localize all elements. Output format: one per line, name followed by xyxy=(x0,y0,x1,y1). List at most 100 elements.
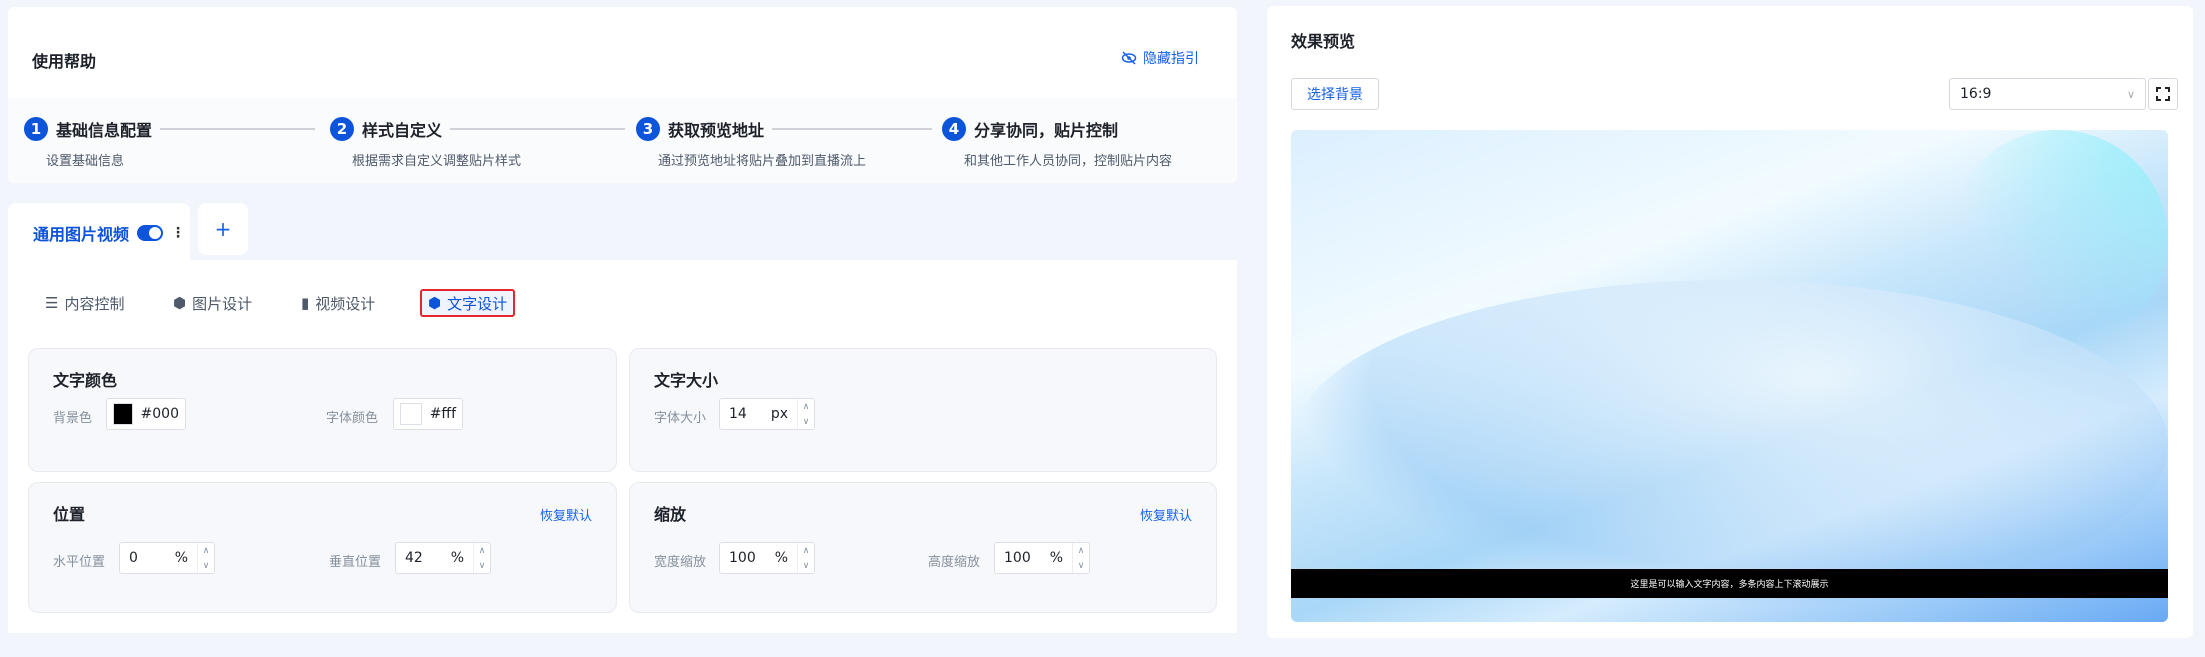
horizontal-label: 水平位置 xyxy=(53,555,106,570)
input-value: 42 xyxy=(405,550,423,566)
chevron-down-icon[interactable]: ∨ xyxy=(479,561,486,571)
add-tab-button[interactable]: + xyxy=(198,203,248,255)
input-unit: % xyxy=(174,550,188,566)
stepper[interactable]: ∧ ∨ xyxy=(797,399,814,429)
text-size-card: 文字大小 字体大小 14 px ∧ ∨ xyxy=(629,348,1217,472)
chevron-up-icon[interactable]: ∧ xyxy=(803,402,810,412)
color-value: #fff xyxy=(429,406,456,422)
color-value: #000 xyxy=(140,406,179,422)
more-icon[interactable]: ⋮ xyxy=(171,225,185,241)
subtab-image-design[interactable]: ⬢ 图片设计 xyxy=(173,289,252,317)
step-name: 基础信息配置 xyxy=(56,121,153,140)
step-connector xyxy=(772,128,933,130)
caption-bar: 这里是可以输入文字内容，多条内容上下滚动展示 xyxy=(1291,569,2168,598)
step-number: 4 xyxy=(942,117,966,141)
height-scale-input[interactable]: 100% ∧ ∨ xyxy=(994,542,1090,574)
step-desc: 根据需求自定义调整贴片样式 xyxy=(352,154,522,169)
chevron-down-icon: ∨ xyxy=(2126,87,2135,101)
chevron-up-icon[interactable]: ∧ xyxy=(803,546,810,556)
subtab-label: 视频设计 xyxy=(315,294,376,313)
subtab-content-control[interactable]: ☰ 内容控制 xyxy=(45,289,124,317)
step-connector xyxy=(450,128,626,130)
preview-panel: 效果预览 选择背景 16:9 ∨ 这里是可以输入文字内容，多条内容上下滚动展示 xyxy=(1267,6,2193,638)
tab-label: 通用图片视频 xyxy=(33,225,130,244)
ratio-value: 16:9 xyxy=(1960,86,1992,102)
select-background-button[interactable]: 选择背景 xyxy=(1291,78,1379,110)
horizontal-position-input[interactable]: 0% ∧ ∨ xyxy=(119,542,215,574)
height-scale-label: 高度缩放 xyxy=(928,555,981,570)
font-size-label: 字体大小 xyxy=(654,411,707,426)
step-desc: 和其他工作人员协同，控制贴片内容 xyxy=(964,154,1173,169)
subtab-text-design[interactable]: ⬢ 文字设计 xyxy=(420,289,516,317)
step-3: 3 获取预览地址 xyxy=(636,117,933,141)
card-title: 文字颜色 xyxy=(53,371,118,390)
stepper[interactable]: ∧ ∨ xyxy=(1072,543,1089,573)
reset-position-button[interactable]: 恢复默认 xyxy=(540,505,592,524)
subtab-label: 文字设计 xyxy=(447,294,508,313)
width-scale-label: 宽度缩放 xyxy=(654,555,707,570)
input-unit: px xyxy=(770,406,788,422)
color-swatch xyxy=(400,403,422,425)
chevron-down-icon[interactable]: ∨ xyxy=(203,561,210,571)
step-name: 获取预览地址 xyxy=(668,121,765,140)
step-name: 分享协同，贴片控制 xyxy=(974,121,1119,140)
input-unit: % xyxy=(774,550,788,566)
preview-canvas: 这里是可以输入文字内容，多条内容上下滚动展示 xyxy=(1291,130,2168,622)
preview-title: 效果预览 xyxy=(1291,32,1356,51)
hide-guide-button[interactable]: 隐藏指引 xyxy=(1121,48,1199,68)
tab-general-media[interactable]: 通用图片视频 ⋮ xyxy=(8,203,190,263)
hide-guide-label: 隐藏指引 xyxy=(1143,51,1199,67)
step-2: 2 样式自定义 xyxy=(330,117,626,141)
reset-scale-button[interactable]: 恢复默认 xyxy=(1140,505,1192,524)
tab-toggle[interactable] xyxy=(137,225,164,241)
chevron-down-icon[interactable]: ∨ xyxy=(1078,561,1085,571)
bg-color-label: 背景色 xyxy=(53,411,93,426)
steps: 1 基础信息配置 设置基础信息 2 样式自定义 根据需求自定义调整贴片样式 3 获取预… xyxy=(8,98,1237,183)
input-value: 14 xyxy=(729,406,747,422)
step-desc: 通过预览地址将贴片叠加到直播流上 xyxy=(658,154,867,169)
card-title: 缩放 xyxy=(654,505,687,524)
card-title: 文字大小 xyxy=(654,371,719,390)
step-number: 2 xyxy=(330,117,354,141)
step-4: 4 分享协同，贴片控制 xyxy=(942,117,1118,141)
chevron-down-icon[interactable]: ∨ xyxy=(803,561,810,571)
stepper[interactable]: ∧ ∨ xyxy=(473,543,490,573)
chevron-up-icon[interactable]: ∧ xyxy=(1078,546,1085,556)
hexagon-icon: ⬢ xyxy=(428,294,442,312)
chevron-up-icon[interactable]: ∧ xyxy=(479,546,486,556)
card-title: 位置 xyxy=(53,505,86,524)
subtab-label: 内容控制 xyxy=(64,294,125,313)
step-number: 1 xyxy=(24,117,48,141)
subtab-label: 图片设计 xyxy=(192,294,253,313)
sliders-icon: ☰ xyxy=(45,294,59,312)
chevron-down-icon[interactable]: ∨ xyxy=(803,417,810,427)
font-color-label: 字体颜色 xyxy=(326,411,379,426)
input-unit: % xyxy=(1049,550,1063,566)
font-size-input[interactable]: 14 px ∧ ∨ xyxy=(719,398,815,430)
background-glow xyxy=(1948,130,2168,350)
position-card: 位置 恢复默认 水平位置 0% ∧ ∨ 垂直位置 42% ∧ ∨ xyxy=(28,482,617,613)
step-number: 3 xyxy=(636,117,660,141)
bookmark-icon: ▮ xyxy=(301,294,310,312)
step-connector xyxy=(160,128,316,130)
fullscreen-icon xyxy=(2156,87,2170,101)
input-value: 0 xyxy=(129,550,138,566)
subtab-video-design[interactable]: ▮ 视频设计 xyxy=(301,289,375,317)
input-value: 100 xyxy=(729,550,756,566)
step-name: 样式自定义 xyxy=(362,121,443,140)
aspect-ratio-select[interactable]: 16:9 ∨ xyxy=(1949,78,2146,110)
vertical-position-input[interactable]: 42% ∧ ∨ xyxy=(395,542,491,574)
stepper[interactable]: ∧ ∨ xyxy=(197,543,214,573)
help-title: 使用帮助 xyxy=(32,52,97,71)
fullscreen-button[interactable] xyxy=(2148,78,2178,110)
width-scale-input[interactable]: 100% ∧ ∨ xyxy=(719,542,815,574)
eye-off-icon xyxy=(1121,51,1137,65)
step-1: 1 基础信息配置 xyxy=(24,117,316,141)
help-card: 使用帮助 隐藏指引 1 基础信息配置 设置基础信息 2 样式自定义 根据需求自定义调… xyxy=(8,7,1237,183)
vertical-label: 垂直位置 xyxy=(329,555,382,570)
bg-color-picker[interactable]: #000 xyxy=(106,398,186,430)
font-color-picker[interactable]: #fff xyxy=(393,398,463,430)
text-color-card: 文字颜色 背景色 #000 字体颜色 #fff xyxy=(28,348,617,472)
stepper[interactable]: ∧ ∨ xyxy=(797,543,814,573)
chevron-up-icon[interactable]: ∧ xyxy=(203,546,210,556)
